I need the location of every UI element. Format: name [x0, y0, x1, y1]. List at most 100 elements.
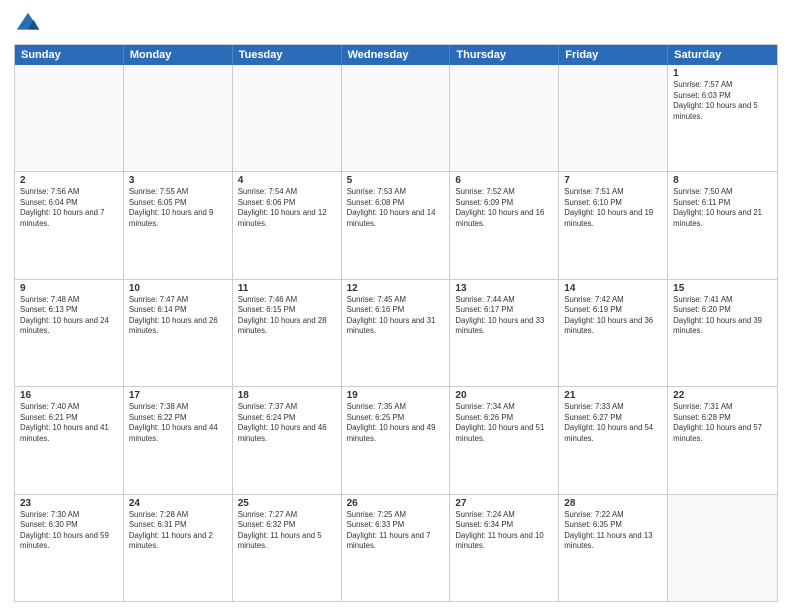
day-cell-3: 3Sunrise: 7:55 AM Sunset: 6:05 PM Daylig… — [124, 172, 233, 278]
logo-icon — [14, 10, 42, 38]
day-info: Sunrise: 7:55 AM Sunset: 6:05 PM Dayligh… — [129, 187, 227, 229]
day-cell-25: 25Sunrise: 7:27 AM Sunset: 6:32 PM Dayli… — [233, 495, 342, 601]
day-cell-5: 5Sunrise: 7:53 AM Sunset: 6:08 PM Daylig… — [342, 172, 451, 278]
day-of-week-friday: Friday — [559, 45, 668, 65]
calendar: SundayMondayTuesdayWednesdayThursdayFrid… — [14, 44, 778, 602]
day-number: 17 — [129, 390, 227, 401]
day-number: 13 — [455, 283, 553, 294]
day-info: Sunrise: 7:44 AM Sunset: 6:17 PM Dayligh… — [455, 295, 553, 337]
day-cell-23: 23Sunrise: 7:30 AM Sunset: 6:30 PM Dayli… — [15, 495, 124, 601]
day-cell-13: 13Sunrise: 7:44 AM Sunset: 6:17 PM Dayli… — [450, 280, 559, 386]
day-info: Sunrise: 7:54 AM Sunset: 6:06 PM Dayligh… — [238, 187, 336, 229]
day-number: 25 — [238, 498, 336, 509]
day-cell-26: 26Sunrise: 7:25 AM Sunset: 6:33 PM Dayli… — [342, 495, 451, 601]
day-info: Sunrise: 7:25 AM Sunset: 6:33 PM Dayligh… — [347, 510, 445, 552]
day-of-week-wednesday: Wednesday — [342, 45, 451, 65]
empty-cell-4-6 — [668, 495, 777, 601]
day-number: 3 — [129, 175, 227, 186]
day-number: 28 — [564, 498, 662, 509]
day-cell-27: 27Sunrise: 7:24 AM Sunset: 6:34 PM Dayli… — [450, 495, 559, 601]
day-cell-9: 9Sunrise: 7:48 AM Sunset: 6:13 PM Daylig… — [15, 280, 124, 386]
calendar-row-3: 16Sunrise: 7:40 AM Sunset: 6:21 PM Dayli… — [15, 387, 777, 494]
day-cell-6: 6Sunrise: 7:52 AM Sunset: 6:09 PM Daylig… — [450, 172, 559, 278]
day-cell-21: 21Sunrise: 7:33 AM Sunset: 6:27 PM Dayli… — [559, 387, 668, 493]
day-info: Sunrise: 7:48 AM Sunset: 6:13 PM Dayligh… — [20, 295, 118, 337]
day-number: 24 — [129, 498, 227, 509]
day-number: 22 — [673, 390, 772, 401]
day-cell-18: 18Sunrise: 7:37 AM Sunset: 6:24 PM Dayli… — [233, 387, 342, 493]
day-number: 23 — [20, 498, 118, 509]
day-number: 15 — [673, 283, 772, 294]
day-info: Sunrise: 7:42 AM Sunset: 6:19 PM Dayligh… — [564, 295, 662, 337]
day-number: 7 — [564, 175, 662, 186]
day-number: 10 — [129, 283, 227, 294]
day-info: Sunrise: 7:52 AM Sunset: 6:09 PM Dayligh… — [455, 187, 553, 229]
empty-cell-0-3 — [342, 65, 451, 171]
day-info: Sunrise: 7:33 AM Sunset: 6:27 PM Dayligh… — [564, 402, 662, 444]
empty-cell-0-5 — [559, 65, 668, 171]
calendar-row-1: 2Sunrise: 7:56 AM Sunset: 6:04 PM Daylig… — [15, 172, 777, 279]
day-number: 26 — [347, 498, 445, 509]
day-cell-16: 16Sunrise: 7:40 AM Sunset: 6:21 PM Dayli… — [15, 387, 124, 493]
day-cell-17: 17Sunrise: 7:38 AM Sunset: 6:22 PM Dayli… — [124, 387, 233, 493]
day-info: Sunrise: 7:22 AM Sunset: 6:35 PM Dayligh… — [564, 510, 662, 552]
day-cell-2: 2Sunrise: 7:56 AM Sunset: 6:04 PM Daylig… — [15, 172, 124, 278]
day-number: 5 — [347, 175, 445, 186]
day-info: Sunrise: 7:51 AM Sunset: 6:10 PM Dayligh… — [564, 187, 662, 229]
day-number: 21 — [564, 390, 662, 401]
day-cell-20: 20Sunrise: 7:34 AM Sunset: 6:26 PM Dayli… — [450, 387, 559, 493]
day-number: 8 — [673, 175, 772, 186]
day-cell-8: 8Sunrise: 7:50 AM Sunset: 6:11 PM Daylig… — [668, 172, 777, 278]
day-info: Sunrise: 7:24 AM Sunset: 6:34 PM Dayligh… — [455, 510, 553, 552]
day-info: Sunrise: 7:57 AM Sunset: 6:03 PM Dayligh… — [673, 80, 772, 122]
day-info: Sunrise: 7:28 AM Sunset: 6:31 PM Dayligh… — [129, 510, 227, 552]
day-info: Sunrise: 7:56 AM Sunset: 6:04 PM Dayligh… — [20, 187, 118, 229]
calendar-row-0: 1Sunrise: 7:57 AM Sunset: 6:03 PM Daylig… — [15, 65, 777, 172]
day-number: 18 — [238, 390, 336, 401]
day-number: 16 — [20, 390, 118, 401]
day-cell-22: 22Sunrise: 7:31 AM Sunset: 6:28 PM Dayli… — [668, 387, 777, 493]
day-info: Sunrise: 7:37 AM Sunset: 6:24 PM Dayligh… — [238, 402, 336, 444]
day-number: 9 — [20, 283, 118, 294]
day-cell-10: 10Sunrise: 7:47 AM Sunset: 6:14 PM Dayli… — [124, 280, 233, 386]
day-number: 12 — [347, 283, 445, 294]
calendar-body: 1Sunrise: 7:57 AM Sunset: 6:03 PM Daylig… — [15, 65, 777, 601]
day-of-week-tuesday: Tuesday — [233, 45, 342, 65]
empty-cell-0-1 — [124, 65, 233, 171]
day-of-week-thursday: Thursday — [450, 45, 559, 65]
day-cell-14: 14Sunrise: 7:42 AM Sunset: 6:19 PM Dayli… — [559, 280, 668, 386]
calendar-row-4: 23Sunrise: 7:30 AM Sunset: 6:30 PM Dayli… — [15, 495, 777, 601]
day-cell-19: 19Sunrise: 7:35 AM Sunset: 6:25 PM Dayli… — [342, 387, 451, 493]
day-info: Sunrise: 7:46 AM Sunset: 6:15 PM Dayligh… — [238, 295, 336, 337]
day-info: Sunrise: 7:27 AM Sunset: 6:32 PM Dayligh… — [238, 510, 336, 552]
day-number: 6 — [455, 175, 553, 186]
day-number: 1 — [673, 68, 772, 79]
day-number: 11 — [238, 283, 336, 294]
day-info: Sunrise: 7:41 AM Sunset: 6:20 PM Dayligh… — [673, 295, 772, 337]
day-info: Sunrise: 7:30 AM Sunset: 6:30 PM Dayligh… — [20, 510, 118, 552]
page: SundayMondayTuesdayWednesdayThursdayFrid… — [0, 0, 792, 612]
day-info: Sunrise: 7:53 AM Sunset: 6:08 PM Dayligh… — [347, 187, 445, 229]
calendar-header: SundayMondayTuesdayWednesdayThursdayFrid… — [15, 45, 777, 65]
day-info: Sunrise: 7:40 AM Sunset: 6:21 PM Dayligh… — [20, 402, 118, 444]
day-number: 19 — [347, 390, 445, 401]
day-info: Sunrise: 7:38 AM Sunset: 6:22 PM Dayligh… — [129, 402, 227, 444]
day-cell-7: 7Sunrise: 7:51 AM Sunset: 6:10 PM Daylig… — [559, 172, 668, 278]
day-number: 4 — [238, 175, 336, 186]
logo — [14, 10, 46, 38]
day-info: Sunrise: 7:31 AM Sunset: 6:28 PM Dayligh… — [673, 402, 772, 444]
day-info: Sunrise: 7:45 AM Sunset: 6:16 PM Dayligh… — [347, 295, 445, 337]
day-info: Sunrise: 7:34 AM Sunset: 6:26 PM Dayligh… — [455, 402, 553, 444]
day-of-week-monday: Monday — [124, 45, 233, 65]
day-cell-24: 24Sunrise: 7:28 AM Sunset: 6:31 PM Dayli… — [124, 495, 233, 601]
day-number: 27 — [455, 498, 553, 509]
empty-cell-0-2 — [233, 65, 342, 171]
day-info: Sunrise: 7:47 AM Sunset: 6:14 PM Dayligh… — [129, 295, 227, 337]
day-of-week-saturday: Saturday — [668, 45, 777, 65]
day-cell-1: 1Sunrise: 7:57 AM Sunset: 6:03 PM Daylig… — [668, 65, 777, 171]
day-cell-4: 4Sunrise: 7:54 AM Sunset: 6:06 PM Daylig… — [233, 172, 342, 278]
day-info: Sunrise: 7:50 AM Sunset: 6:11 PM Dayligh… — [673, 187, 772, 229]
day-number: 2 — [20, 175, 118, 186]
header — [14, 10, 778, 38]
day-number: 14 — [564, 283, 662, 294]
